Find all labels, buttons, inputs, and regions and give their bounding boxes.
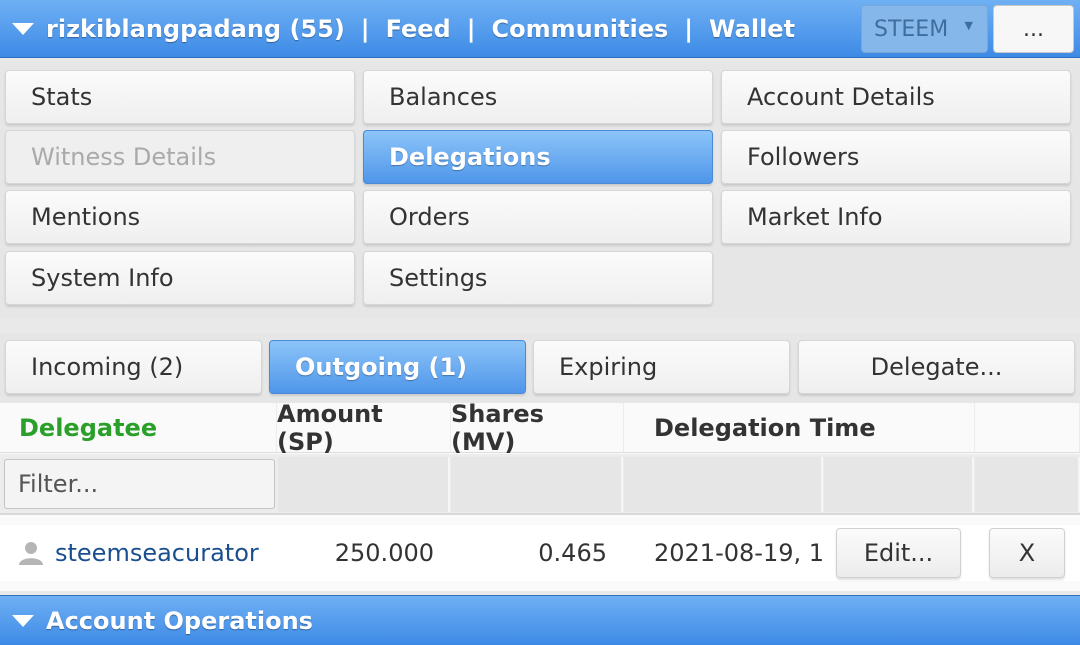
filter-cell — [975, 457, 1080, 512]
more-button[interactable]: ... — [993, 5, 1074, 53]
collapse-triangle-icon[interactable] — [12, 22, 34, 35]
menu-orders[interactable]: Orders — [363, 190, 713, 244]
remove-delegation-button[interactable]: X — [989, 528, 1065, 578]
collapse-triangle-icon[interactable] — [12, 614, 34, 627]
tab-outgoing[interactable]: Outgoing (1) — [269, 340, 526, 394]
user-icon — [19, 542, 43, 565]
delegatee-link[interactable]: steemseacurator — [55, 539, 259, 567]
menu-witness-details: Witness Details — [5, 130, 355, 184]
edit-delegation-button[interactable]: Edit... — [836, 528, 961, 578]
column-header-delegatee[interactable]: Delegatee — [0, 403, 277, 453]
top-bar: rizkiblangpadang (55) | Feed | Communiti… — [0, 0, 1080, 58]
column-header-delegation-time[interactable]: Delegation Time — [624, 403, 876, 453]
wallet-link[interactable]: Wallet — [709, 15, 795, 43]
column-header-amount[interactable]: Amount (SP) — [277, 400, 451, 456]
filter-cell — [624, 457, 823, 512]
delegation-time-cell: 2021-08-19, 12: — [654, 539, 824, 567]
menu-delegations[interactable]: Delegations — [363, 130, 713, 184]
tab-expiring[interactable]: Expiring — [533, 340, 790, 394]
delegatee-cell: steemseacurator — [18, 525, 276, 581]
account-operations-title[interactable]: Account Operations — [46, 607, 313, 635]
header-separator: | — [684, 14, 694, 43]
delegation-tabs: Incoming (2) Outgoing (1) Expiring Deleg… — [0, 333, 1080, 403]
communities-link[interactable]: Communities — [491, 15, 668, 43]
filter-cell — [278, 457, 450, 512]
dropdown-caret-icon: ▼ — [964, 19, 973, 32]
menu-market-info[interactable]: Market Info — [721, 190, 1071, 244]
tab-incoming[interactable]: Incoming (2) — [5, 340, 262, 394]
menu-settings[interactable]: Settings — [363, 251, 713, 305]
menu-panel: Stats Balances Account Details Witness D… — [0, 62, 1080, 318]
filter-cell — [451, 457, 623, 512]
filter-row: Filter... — [0, 454, 1080, 515]
menu-followers[interactable]: Followers — [721, 130, 1071, 184]
header-separator: | — [360, 14, 370, 43]
account-link[interactable]: rizkiblangpadang (55) — [46, 15, 345, 43]
filter-input[interactable]: Filter... — [4, 459, 275, 509]
menu-account-details[interactable]: Account Details — [721, 70, 1071, 124]
currency-select[interactable]: STEEM ▼ — [861, 5, 988, 53]
menu-stats[interactable]: Stats — [5, 70, 355, 124]
column-header-shares[interactable]: Shares (MV) — [451, 400, 624, 456]
column-header-remove — [975, 403, 1080, 453]
filter-cell — [824, 457, 974, 512]
menu-mentions[interactable]: Mentions — [5, 190, 355, 244]
column-header-edit — [824, 403, 975, 453]
shares-cell: 0.465 — [538, 539, 607, 567]
menu-balances[interactable]: Balances — [363, 70, 713, 124]
table-row: steemseacurator 250.000 0.465 2021-08-19… — [0, 525, 1080, 581]
amount-cell: 250.000 — [334, 539, 434, 567]
account-operations-bar[interactable]: Account Operations — [0, 595, 1080, 645]
header-separator: | — [466, 14, 476, 43]
currency-select-value: STEEM — [874, 16, 949, 42]
feed-link[interactable]: Feed — [386, 15, 451, 43]
menu-system-info[interactable]: System Info — [5, 251, 355, 305]
tab-delegate[interactable]: Delegate... — [798, 340, 1075, 394]
table-divider — [0, 513, 1080, 515]
